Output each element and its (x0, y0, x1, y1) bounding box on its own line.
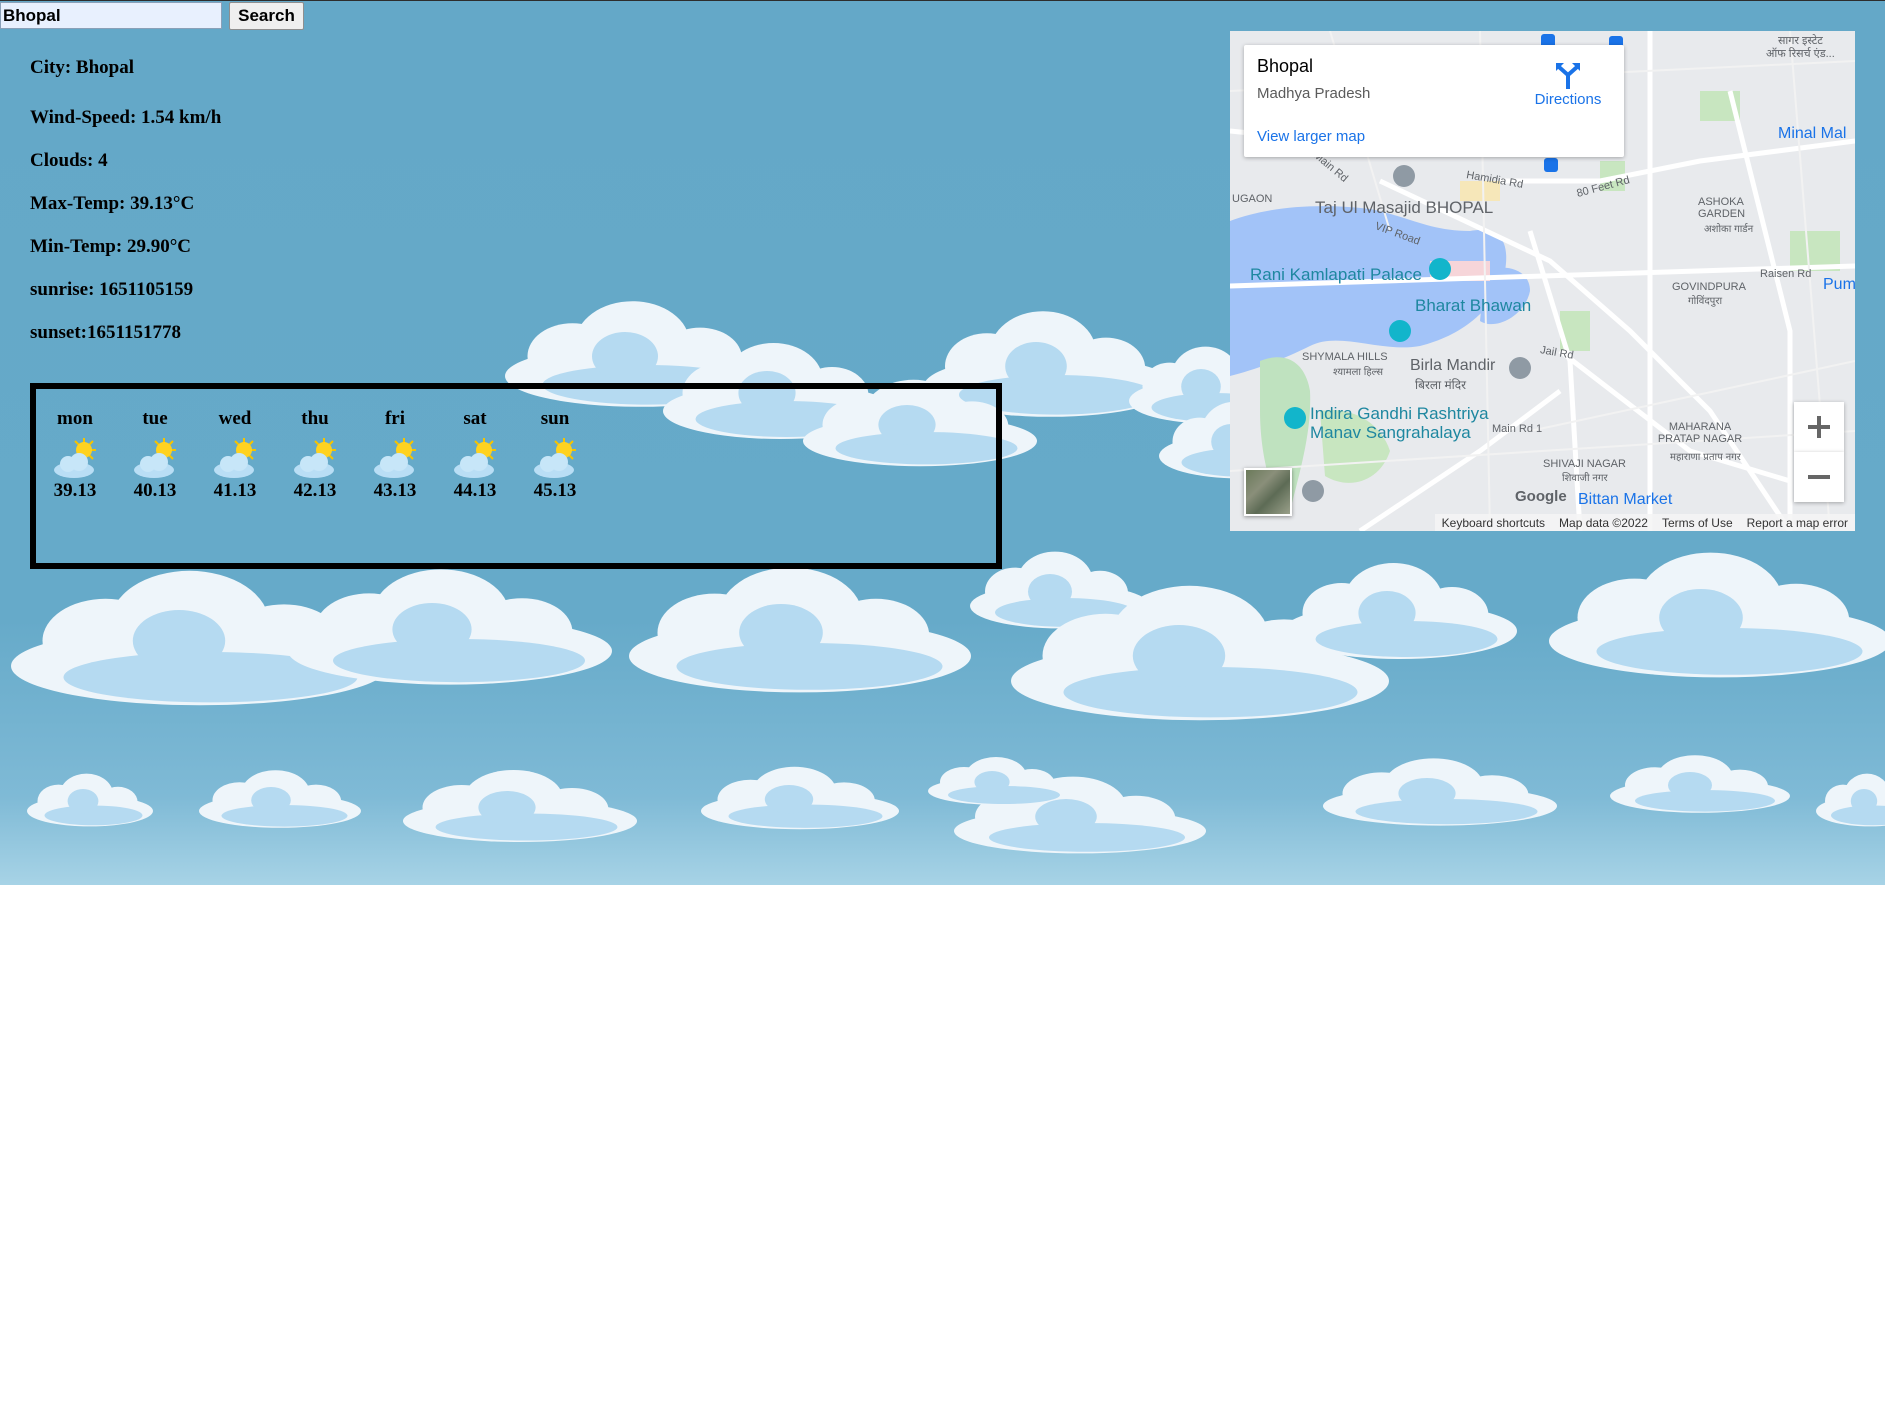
place-region: Madhya Pradesh (1257, 85, 1371, 102)
city-label: City: Bhopal (30, 57, 134, 78)
map-label-birla-hi: बिरला मंदिर (1415, 378, 1467, 392)
sunset-label: sunset:1651151778 (30, 322, 181, 343)
map-label-sagar-2: ऑफ रिसर्च एंड... (1766, 48, 1835, 60)
directions-button[interactable]: Directions (1528, 59, 1608, 109)
forecast-day-name: fri (384, 408, 406, 429)
partly-sunny-icon (532, 436, 580, 486)
place-card: Bhopal Madhya Pradesh View larger map Di… (1244, 45, 1624, 157)
map-label-raisen: Raisen Rd (1760, 268, 1812, 280)
map-label-maharana-hi: महाराणा प्रताप नगर (1670, 452, 1741, 463)
forecast-day-sat: sat 44.13 (440, 408, 510, 508)
forecast-day-tue: tue 40.13 (120, 408, 190, 508)
embedded-map[interactable]: Taj Ul Masajid BHOPAL Rani Kamlapati Pal… (1230, 31, 1855, 531)
map-data-label: Map data ©2022 (1559, 515, 1648, 530)
report-error-link[interactable]: Report a map error (1740, 516, 1855, 530)
map-label-rani: Rani Kamlapati Palace (1250, 265, 1422, 284)
map-label-ugaon: UGAON (1232, 193, 1273, 205)
directions-label: Directions (1534, 91, 1602, 108)
forecast-day-name: sun (540, 408, 570, 429)
forecast-day-temp: 44.13 (453, 480, 497, 501)
partly-sunny-icon (212, 436, 260, 486)
map-label-govindpura-hi: गोविंदपुरा (1688, 296, 1723, 307)
wind-speed-label: Wind-Speed: 1.54 km/h (30, 107, 222, 128)
forecast-day-temp: 39.13 (53, 480, 97, 501)
map-label-birla: Birla Mandir (1410, 357, 1496, 374)
map-label-minal: Minal Mal (1778, 125, 1847, 142)
forecast-day-fri: fri 43.13 (360, 408, 430, 508)
partly-sunny-icon (372, 436, 420, 486)
forecast-day-temp: 40.13 (133, 480, 177, 501)
map-label-taj: Taj Ul Masajid BHOPAL (1315, 198, 1494, 217)
directions-icon (1556, 63, 1580, 89)
forecast-day-temp: 45.13 (533, 480, 577, 501)
map-label-indira-1: Indira Gandhi Rashtriya (1310, 404, 1489, 423)
partly-sunny-icon (132, 436, 180, 486)
forecast-day-name: sat (463, 408, 487, 429)
forecast-day-temp: 41.13 (213, 480, 257, 501)
forecast-day-temp: 42.13 (293, 480, 337, 501)
map-label-main1: Main Rd 1 (1492, 423, 1543, 435)
map-label-ashoka-hi: अशोका गार्डन (1704, 224, 1754, 235)
forecast-day-wed: wed 41.13 (200, 408, 270, 508)
map-label-pum: Pum (1823, 276, 1855, 293)
forecast-day-temp: 43.13 (373, 480, 417, 501)
forecast-day-name: tue (142, 408, 168, 429)
map-label-shymala: SHYMALA HILLS (1302, 351, 1388, 363)
map-label-govindpura: GOVINDPURA (1672, 281, 1746, 293)
map-label-indira-2: Manav Sangrahalaya (1310, 423, 1471, 442)
map-label-ashoka: ASHOKA GARDEN (1698, 196, 1746, 220)
forecast-day-name: mon (57, 408, 93, 429)
google-logo: Google (1515, 488, 1567, 505)
forecast-day-name: thu (301, 408, 329, 429)
map-label-maharana: MAHARANA PRATAP NAGAR (1657, 421, 1743, 445)
map-label-shivaji: SHIVAJI NAGAR (1543, 458, 1626, 470)
keyboard-shortcuts-link[interactable]: Keyboard shortcuts (1435, 516, 1552, 530)
map-footer: Keyboard shortcuts Map data ©2022 Terms … (1434, 514, 1855, 531)
view-larger-map-link[interactable]: View larger map (1257, 128, 1365, 145)
map-label-shivaji-hi: शिवाजी नगर (1562, 473, 1608, 484)
partly-sunny-icon (52, 436, 100, 486)
map-label-bittan: Bittan Market (1578, 491, 1673, 508)
map-label-bharat: Bharat Bhawan (1415, 296, 1532, 315)
zoom-in-button[interactable] (1794, 402, 1844, 452)
forecast-day-name: wed (218, 408, 252, 429)
map-label-shymala-hi: श्यामला हिल्स (1333, 367, 1384, 378)
search-input[interactable] (0, 2, 222, 29)
partly-sunny-icon (292, 436, 340, 486)
max-temp-label: Max-Temp: 39.13°C (30, 193, 195, 214)
plus-icon (1808, 416, 1830, 438)
zoom-out-button[interactable] (1794, 452, 1844, 502)
forecast-day-sun: sun 45.13 (520, 408, 590, 508)
terms-link[interactable]: Terms of Use (1655, 516, 1740, 530)
clouds-label: Clouds: 4 (30, 150, 108, 171)
satellite-toggle[interactable] (1244, 468, 1292, 516)
minus-icon (1808, 475, 1830, 479)
partly-sunny-icon (452, 436, 500, 486)
forecast-day-thu: thu 42.13 (280, 408, 350, 508)
sunrise-label: sunrise: 1651105159 (30, 279, 194, 300)
search-button[interactable]: Search (229, 2, 304, 30)
place-name: Bhopal (1257, 56, 1314, 76)
min-temp-label: Min-Temp: 29.90°C (30, 236, 192, 257)
forecast-day-mon: mon 39.13 (40, 408, 110, 508)
